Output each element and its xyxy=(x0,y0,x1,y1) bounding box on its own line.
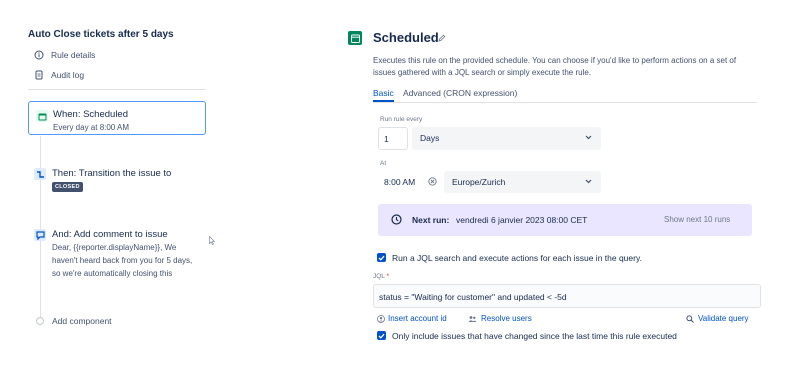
add-component-button[interactable]: Add component xyxy=(52,316,112,326)
action-comment-title[interactable]: And: Add comment to issue xyxy=(52,229,168,240)
jql-input[interactable]: status = "Waiting for customer" and upda… xyxy=(373,284,761,308)
comment-preview-line: so we're automatically closing this xyxy=(52,269,173,278)
next-run-value: vendredi 6 janvier 2023 08:00 CET xyxy=(456,215,588,225)
user-icon xyxy=(377,314,385,323)
run-every-label: Run rule every xyxy=(380,116,423,123)
jql-search-checkbox-label: Run a JQL search and execute actions for… xyxy=(392,253,642,263)
insert-account-id-label: Insert account id xyxy=(388,314,447,323)
sidebar-item-label: Rule details xyxy=(51,50,96,60)
info-icon xyxy=(34,50,44,60)
chevron-down-icon xyxy=(585,135,592,140)
users-icon xyxy=(468,315,477,323)
resolve-users-link[interactable]: Resolve users xyxy=(468,314,532,323)
required-marker: * xyxy=(386,273,390,280)
active-tab-indicator xyxy=(373,100,394,102)
trigger-title: When: Scheduled xyxy=(53,109,128,120)
pencil-icon[interactable] xyxy=(438,34,446,42)
comment-icon xyxy=(34,229,46,241)
jql-label: JQL * xyxy=(373,273,390,280)
sidebar-item-rule-details[interactable]: Rule details xyxy=(34,50,95,60)
only-changed-issues-checkbox[interactable] xyxy=(377,331,386,340)
at-label: At xyxy=(380,160,387,167)
trigger-subtitle: Every day at 8:00 AM xyxy=(53,123,130,132)
search-icon xyxy=(686,314,694,323)
trigger-card[interactable]: When: Scheduled Every day at 8:00 AM xyxy=(28,101,206,135)
transition-icon xyxy=(34,168,46,180)
description-line: Executes this rule on the provided sched… xyxy=(373,56,737,65)
document-icon xyxy=(34,70,44,80)
chevron-down-icon xyxy=(585,179,592,184)
only-changed-issues-label: Only include issues that have changed si… xyxy=(392,331,677,341)
rule-title: Auto Close tickets after 5 days xyxy=(28,29,174,40)
resolve-users-label: Resolve users xyxy=(481,314,532,323)
insert-account-id-link[interactable]: Insert account id xyxy=(377,314,447,323)
sidebar-item-label: Audit log xyxy=(51,70,85,80)
action-transition-title[interactable]: Then: Transition the issue to xyxy=(52,168,171,179)
divider xyxy=(28,89,206,90)
tabs-divider xyxy=(373,102,757,103)
comment-preview-line: Dear, {{reporter.displayName}}, We xyxy=(52,243,177,252)
calendar-icon xyxy=(36,110,48,122)
next-run-panel: Next run: vendredi 6 janvier 2023 08:00 … xyxy=(378,204,752,236)
run-every-input[interactable]: 1 xyxy=(378,127,408,150)
page-title: Scheduled xyxy=(373,30,439,45)
interval-unit-select[interactable]: Days xyxy=(412,127,601,150)
comment-preview-line: haven't heard back from you for 5 days, xyxy=(52,256,193,265)
timezone-select[interactable]: Europe/Zurich xyxy=(444,171,601,193)
sidebar-item-audit-log[interactable]: Audit log xyxy=(34,70,84,80)
validate-query-link[interactable]: Validate query xyxy=(686,314,749,323)
clock-icon xyxy=(391,214,402,225)
validate-query-label: Validate query xyxy=(698,314,749,323)
rule-timeline-line xyxy=(40,136,41,320)
description-line: issues gathered with a JQL search or sim… xyxy=(373,68,592,77)
add-component-dot-icon xyxy=(36,317,44,325)
tab-basic[interactable]: Basic xyxy=(373,88,394,98)
status-badge: CLOSED xyxy=(52,182,83,192)
next-run-label: Next run: xyxy=(412,215,450,225)
tab-advanced[interactable]: Advanced (CRON expression) xyxy=(403,88,517,98)
show-next-runs-link[interactable]: Show next 10 runs xyxy=(664,215,730,224)
jql-search-checkbox[interactable] xyxy=(377,253,386,262)
calendar-icon xyxy=(348,31,362,45)
mouse-cursor-icon xyxy=(209,236,215,245)
clear-icon[interactable] xyxy=(428,177,437,186)
